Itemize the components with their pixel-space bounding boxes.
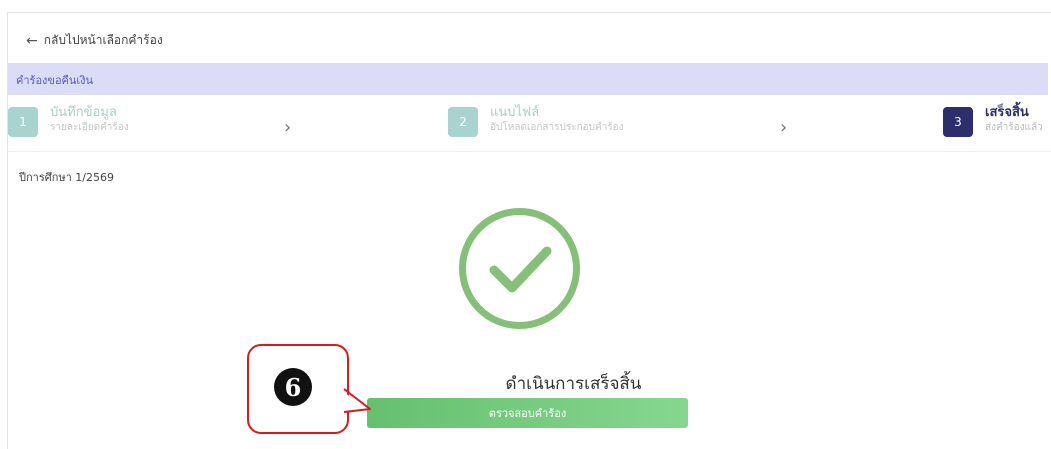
step-number: 1 <box>8 107 38 137</box>
stepper: 1 บันทึกข้อมูล รายละเอียดคำร้อง › 2 แนบไ… <box>8 99 1051 152</box>
callout-pointer <box>340 388 371 413</box>
annotation-callout: 6 <box>247 344 349 434</box>
chevron-right-icon: › <box>284 117 292 138</box>
section-title: คำร้องขอคืนเงิน <box>16 74 94 87</box>
step-complete: 3 เสร็จสิ้น ส่งคำร้องแล้ว <box>943 105 1043 137</box>
step-number: 3 <box>943 107 973 137</box>
step-number: 2 <box>448 107 478 137</box>
chevron-right-icon: › <box>780 117 788 138</box>
check-circle-icon <box>459 208 580 329</box>
completion-message-row: ดำเนินการเสร็จสิ้น <box>0 370 1051 397</box>
step-title: เสร็จสิ้น <box>985 105 1029 120</box>
step-subtitle: ส่งคำร้องแล้ว <box>985 122 1043 133</box>
step-badge: 6 <box>274 368 312 406</box>
step-title: บันทึกข้อมูล <box>50 105 117 120</box>
step-subtitle: รายละเอียดคำร้อง <box>50 122 129 133</box>
check-request-button[interactable]: ตรวจสอบคำร้อง <box>367 398 688 428</box>
step-subtitle: อัปโหลดเอกสารประกอบคำร้อง <box>490 122 624 133</box>
back-link[interactable]: ← กลับไปหน้าเลือกคำร้อง <box>26 31 163 50</box>
back-link-label: กลับไปหน้าเลือกคำร้อง <box>43 33 163 47</box>
step-title: แนบไฟล์ <box>490 105 540 120</box>
arrow-left-icon: ← <box>26 32 38 49</box>
academic-year: ปีการศึกษา 1/2569 <box>19 171 114 184</box>
section-header: คำร้องขอคืนเงิน <box>8 63 1048 95</box>
step-attach-file: 2 แนบไฟล์ อัปโหลดเอกสารประกอบคำร้อง <box>448 105 624 137</box>
step-record-data: 1 บันทึกข้อมูล รายละเอียดคำร้อง <box>8 105 129 137</box>
completion-message: ดำเนินการเสร็จสิ้น <box>505 374 642 394</box>
